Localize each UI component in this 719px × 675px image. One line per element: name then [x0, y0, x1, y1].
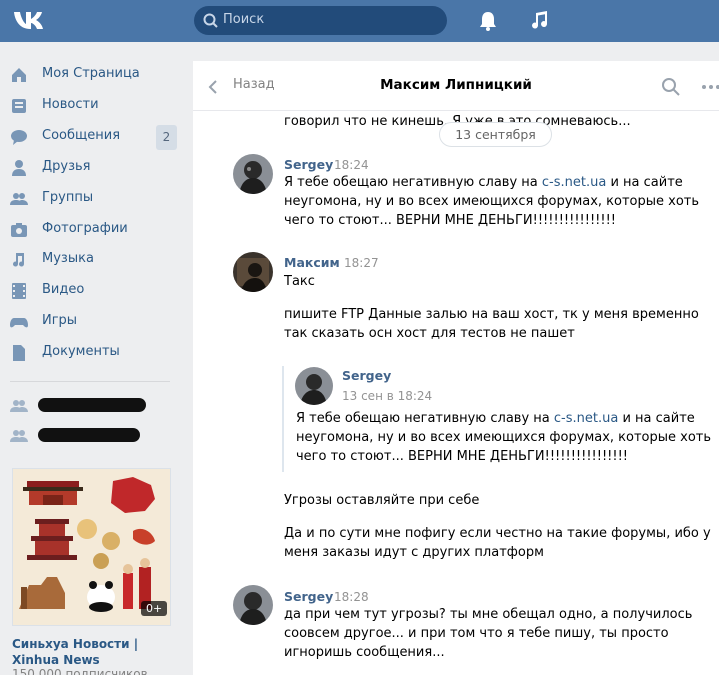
- sidebar-item-my-page[interactable]: Моя Страница: [10, 60, 180, 90]
- promo-image[interactable]: 0+: [12, 468, 171, 626]
- chat-panel: говорил что не кинешь. Я уже в это сомне…: [193, 61, 719, 675]
- sidebar-item-messages[interactable]: Сообщения 2: [10, 122, 180, 152]
- redacted-scribble: [38, 398, 146, 412]
- search-icon[interactable]: [661, 77, 681, 97]
- messages-icon: [11, 130, 27, 145]
- message-link[interactable]: c-s.net.ua: [542, 175, 606, 190]
- avatar[interactable]: [295, 367, 333, 405]
- document-icon: [13, 345, 25, 361]
- avatar[interactable]: [233, 252, 273, 292]
- vk-logo-icon[interactable]: [12, 8, 48, 34]
- messages-count-badge: 2: [156, 125, 177, 150]
- message-text: Я тебе обещаю негативную славу на c-s.ne…: [296, 411, 695, 426]
- chat-title[interactable]: Максим Липницкий: [193, 77, 719, 93]
- message-author[interactable]: Sergey: [284, 157, 333, 172]
- message-text: так сказать осн хост для тестов не пашет: [284, 326, 575, 341]
- sidebar-item-music[interactable]: Музыка: [10, 245, 180, 275]
- message-text: Да и по сути мне пофигу если честно на т…: [284, 526, 711, 541]
- message-text: Я тебе обещаю негативную славу на c-s.ne…: [284, 175, 683, 190]
- message-text: чего то стоют... ВЕРНИ МНЕ ДЕНЬГИ!!!!!!!…: [284, 213, 617, 228]
- groups-icon: [10, 430, 28, 442]
- message-text: Угрозы оставляйте при себе: [284, 493, 480, 508]
- message-text: чего то стоют... ВЕРНИ МНЕ ДЕНЬГИ!!!!!!!…: [296, 449, 629, 464]
- message-text: меня заказы идут с других платформ: [284, 545, 544, 560]
- top-bar: Поиск: [0, 0, 719, 42]
- music-note-icon[interactable]: [527, 9, 551, 33]
- friend-icon: [12, 160, 26, 176]
- message-time[interactable]: 18:24: [334, 158, 369, 172]
- sidebar-group-link[interactable]: [10, 394, 180, 418]
- more-icon[interactable]: [701, 83, 719, 91]
- search-box[interactable]: Поиск: [194, 6, 447, 35]
- message-time[interactable]: 18:28: [334, 590, 369, 604]
- search-icon: [203, 13, 218, 28]
- chat-header: Назад Максим Липницкий: [193, 61, 719, 111]
- sidebar-group-link[interactable]: [10, 424, 180, 448]
- sidebar-item-groups[interactable]: Группы: [10, 184, 180, 214]
- message-text: игноришь сообщения...: [284, 645, 445, 660]
- date-separator: 13 сентября: [439, 122, 552, 147]
- news-icon: [12, 99, 26, 113]
- avatar[interactable]: [233, 154, 273, 194]
- promo-subscribers: 150 000 подписчиков: [12, 667, 148, 675]
- sidebar-item-video[interactable]: Видео: [10, 276, 180, 306]
- message-link[interactable]: c-s.net.ua: [554, 411, 618, 426]
- gamepad-icon: [10, 318, 28, 328]
- sidebar-item-news[interactable]: Новости: [10, 91, 180, 121]
- forwarded-author[interactable]: Sergey: [342, 368, 391, 383]
- message-text: неугомона, ну и во всех имеющихся форума…: [296, 430, 712, 445]
- message-text: неугомона, ну и во всех имеющихся форума…: [284, 194, 700, 209]
- sidebar-item-friends[interactable]: Друзья: [10, 153, 180, 183]
- home-icon: [12, 68, 26, 82]
- redacted-scribble: [38, 428, 140, 442]
- message-author[interactable]: Максим: [284, 255, 340, 270]
- bell-icon[interactable]: [476, 9, 500, 33]
- sidebar-divider: [10, 381, 170, 382]
- message-author[interactable]: Sergey: [284, 589, 333, 604]
- forwarded-message-bar: [282, 366, 284, 472]
- sidebar-item-games[interactable]: Игры: [10, 307, 180, 337]
- message-text: Такс: [284, 274, 315, 289]
- promo-title[interactable]: Синьхуа Новости | Xinhua News: [12, 636, 182, 668]
- search-input[interactable]: Поиск: [223, 12, 264, 27]
- sidebar-item-documents[interactable]: Документы: [10, 338, 180, 368]
- camera-icon: [11, 223, 27, 237]
- groups-icon: [10, 193, 28, 205]
- sidebar-item-photos[interactable]: Фотографии: [10, 215, 180, 245]
- message-time[interactable]: 18:27: [344, 256, 379, 270]
- avatar[interactable]: [233, 585, 273, 625]
- message-text: да при чем тут угрозы? ты мне обещал одн…: [284, 607, 693, 622]
- music-icon: [13, 253, 25, 267]
- message-text: соовсем другое... и при том что я тебе п…: [284, 626, 669, 641]
- groups-icon: [10, 400, 28, 412]
- message-text: пишите FTP Данные залью на ваш хост, тк …: [284, 307, 699, 322]
- forwarded-date[interactable]: 13 сен в 18:24: [342, 389, 432, 403]
- film-icon: [12, 283, 26, 299]
- age-rating-badge: 0+: [141, 601, 168, 616]
